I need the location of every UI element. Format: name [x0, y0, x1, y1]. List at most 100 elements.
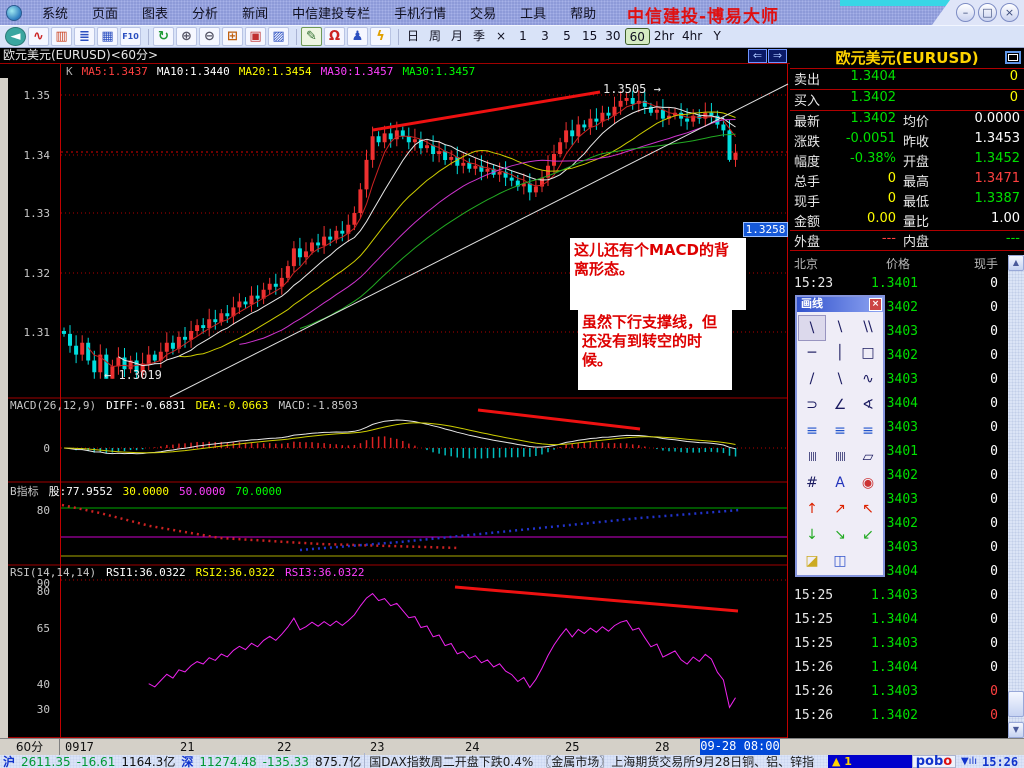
close-icon[interactable]: × [869, 298, 882, 311]
arrow-down-right-tool[interactable]: ↘ [826, 523, 854, 549]
quote-list-icon[interactable]: ≣ [74, 27, 95, 46]
period-button-30[interactable]: 30 [601, 28, 624, 45]
lightning-icon[interactable]: ϟ [370, 27, 391, 46]
indicator-label: 50.0000 [178, 485, 226, 498]
menu-item-页面[interactable]: 页面 [80, 7, 130, 22]
period-button-60[interactable]: 60 [624, 28, 650, 45]
period-button-1[interactable]: 1 [512, 28, 534, 45]
minimize-icon[interactable]: – [956, 3, 975, 22]
arc-tool[interactable]: ⊃ [798, 393, 826, 419]
time-ruler-tool[interactable]: |||| [798, 445, 826, 471]
polyline-tool[interactable]: \ [826, 367, 854, 393]
menu-item-帮助[interactable]: 帮助 [558, 7, 608, 22]
kline-chart-icon[interactable]: ▥ [51, 27, 72, 46]
zoom-in-icon[interactable]: ⊕ [176, 27, 197, 46]
period-button-×[interactable]: × [490, 28, 512, 45]
period-button-月[interactable]: 月 [446, 28, 468, 45]
menu-item-分析[interactable]: 分析 [180, 7, 230, 22]
tick-column-header: 北京 [794, 257, 819, 271]
menu-item-系统[interactable]: 系统 [30, 7, 80, 22]
period-button-15[interactable]: 15 [578, 28, 601, 45]
channel-tool[interactable]: ▱ [854, 445, 882, 471]
back-icon[interactable]: ◄ [5, 27, 26, 46]
quote-label: 最低 [903, 195, 930, 210]
price-chart-canvas[interactable] [0, 48, 790, 738]
menu-item-中信建投专栏[interactable]: 中信建投专栏 [280, 7, 382, 22]
panel-window-icon[interactable] [1005, 51, 1021, 64]
info-view-icon[interactable]: ▦ [97, 27, 118, 46]
alarm-bell-icon[interactable]: Ω [324, 27, 345, 46]
tick-volume: 0 [990, 636, 998, 651]
wave-tool[interactable]: ∿ [854, 367, 882, 393]
gann-percent-tool[interactable]: ≡ [826, 419, 854, 445]
refresh-icon[interactable]: ↻ [153, 27, 174, 46]
drag-hand-icon[interactable]: ⊞ [222, 27, 243, 46]
period-button-5[interactable]: 5 [556, 28, 578, 45]
arrow-down-left-tool[interactable]: ↙ [854, 523, 882, 549]
price-axis-label: 1.34 [23, 149, 51, 162]
annotation-note-support[interactable]: 虽然下行支撑线，但还没有到转空的时候。 [578, 310, 732, 390]
window-switch-icon[interactable]: ▨ [268, 27, 289, 46]
macd-zero-label: 0 [43, 442, 50, 455]
menu-item-交易[interactable]: 交易 [458, 7, 508, 22]
arrow-down-tool[interactable]: ↓ [798, 523, 826, 549]
quote-row: 金额 0.00 量比 1.00 [790, 211, 1024, 231]
trend-chart-icon[interactable]: ∿ [28, 27, 49, 46]
chart-region[interactable]: 欧元美元(EURUSD)<60分> ⇐ ⇒ K MA5:1.3437 MA10:1.… [0, 48, 790, 738]
tick-volume: 0 [990, 276, 998, 291]
annotation-note-macd[interactable]: 这儿还有个MACD的背离形态。 [570, 238, 746, 310]
restore-icon[interactable]: □ [978, 3, 997, 22]
trend-line-tool[interactable]: \ [798, 315, 826, 341]
close-icon[interactable]: × [1000, 3, 1019, 22]
period-button-季[interactable]: 季 [468, 28, 490, 45]
period-button-日[interactable]: 日 [402, 28, 424, 45]
menu-item-新闻[interactable]: 新闻 [230, 7, 280, 22]
period-button-3[interactable]: 3 [534, 28, 556, 45]
rectangle-tool[interactable]: □ [854, 341, 882, 367]
horizontal-line-tool[interactable]: ─ [798, 341, 826, 367]
tick-row: 15:26 1.3403 0 [790, 684, 1008, 708]
scroll-up-icon[interactable]: ▲ [1008, 255, 1024, 271]
undo-list-tool[interactable]: ◫ [826, 549, 854, 575]
window-forward-icon[interactable]: ▣ [245, 27, 266, 46]
vertical-line-tool[interactable]: │ [826, 341, 854, 367]
tick-volume: 0 [990, 540, 998, 555]
regression-tool[interactable]: # [798, 471, 826, 497]
toolbar: ◄ ∿ ▥ ≣ ▦ F10 ↻ ⊕ ⊖ ⊞ ▣ ▨ ✎ Ω ♟ ϟ 日周月季 × 1 3 5 15 30 60 2hr 4hr Y [0, 25, 1024, 48]
alert-badge[interactable]: ▲ 1 [828, 755, 912, 768]
clock-label: 15:26 [982, 754, 1019, 768]
zoom-out-icon[interactable]: ⊖ [199, 27, 220, 46]
period-button-周[interactable]: 周 [424, 28, 446, 45]
arrow-up-left-tool[interactable]: ↖ [854, 497, 882, 523]
scrollbar-thumb[interactable] [1008, 691, 1024, 717]
draw-line-icon[interactable]: ✎ [301, 27, 322, 46]
users-icon[interactable]: ♟ [347, 27, 368, 46]
angle-tool[interactable]: ∠ [826, 393, 854, 419]
menu-item-手机行情[interactable]: 手机行情 [382, 7, 458, 22]
tick-price: 1.3403 [871, 636, 918, 651]
arrow-up-right-tool[interactable]: ↗ [826, 497, 854, 523]
tick-price: 1.3402 [871, 708, 918, 723]
fibo-time-tool[interactable]: ||||| [826, 445, 854, 471]
tick-scrollbar[interactable]: ▲ ▼ [1008, 255, 1024, 738]
quote-label: 幅度 [794, 155, 821, 170]
eraser-tool[interactable]: ◪ [798, 549, 826, 575]
percent-lines-tool[interactable]: ≡ [798, 419, 826, 445]
menu-item-工具[interactable]: 工具 [508, 7, 558, 22]
gann-fan-tool[interactable]: ∢ [854, 393, 882, 419]
fibo-percent-tool[interactable]: ≡ [854, 419, 882, 445]
scroll-down-icon[interactable]: ▼ [1008, 722, 1024, 738]
pobo-logo-blue: pob [915, 754, 944, 768]
period-button-4hr[interactable]: 4hr [678, 28, 706, 45]
text-tool[interactable]: A [826, 471, 854, 497]
cycle-circle-tool[interactable]: ◉ [854, 471, 882, 497]
ray-tool[interactable]: / [798, 367, 826, 393]
segment-tool[interactable]: \ [826, 315, 854, 341]
arrow-up-tool[interactable]: ↑ [798, 497, 826, 523]
f10-icon[interactable]: F10 [120, 27, 141, 46]
palette-title-bar[interactable]: 画线 × [797, 297, 883, 312]
period-button-Y[interactable]: Y [706, 28, 728, 45]
period-button-2hr[interactable]: 2hr [650, 28, 678, 45]
menu-item-图表[interactable]: 图表 [130, 7, 180, 22]
parallel-lines-tool[interactable]: \\ [854, 315, 882, 341]
